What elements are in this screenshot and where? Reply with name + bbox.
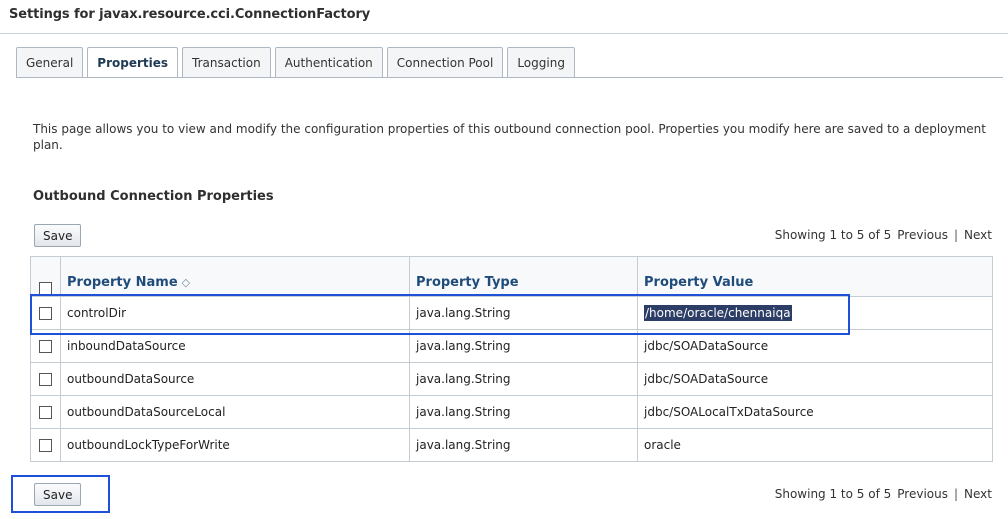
property-value-cell[interactable]: jdbc/SOALocalTxDataSource: [637, 395, 993, 429]
row-checkbox[interactable]: [39, 340, 52, 353]
property-value-cell[interactable]: oracle: [637, 428, 993, 462]
row-select-cell: [30, 395, 61, 429]
row-checkbox[interactable]: [39, 373, 52, 386]
tab-bar: General Properties Transaction Authentic…: [16, 47, 579, 78]
table-row: controlDir java.lang.String /home/oracle…: [30, 296, 993, 330]
save-button-top[interactable]: Save: [34, 224, 82, 247]
pagination-separator: |: [953, 228, 959, 242]
column-header-label: Property Name: [67, 275, 178, 290]
row-select-cell: [30, 428, 61, 462]
row-checkbox[interactable]: [39, 406, 52, 419]
property-value-cell[interactable]: /home/oracle/chennaiqa: [637, 296, 993, 330]
row-checkbox[interactable]: [39, 307, 52, 320]
save-button-bottom[interactable]: Save: [34, 483, 82, 506]
property-type-cell: java.lang.String: [409, 395, 638, 429]
property-type-cell: java.lang.String: [409, 362, 638, 396]
select-all-header: [30, 256, 61, 297]
tab-connection-pool[interactable]: Connection Pool: [386, 47, 504, 77]
properties-table: Property Name ◇ Property Type Property Va…: [30, 256, 993, 462]
row-select-cell: [30, 329, 61, 363]
pagination-bottom: Showing 1 to 5 of 5 Previous | Next: [775, 487, 992, 501]
previous-link[interactable]: Previous: [897, 487, 948, 501]
next-link[interactable]: Next: [964, 228, 992, 242]
property-type-cell: java.lang.String: [409, 296, 638, 330]
property-name-cell: outboundLockTypeForWrite: [60, 428, 410, 462]
table-header-row: Property Name ◇ Property Type Property Va…: [30, 256, 993, 297]
page-description: This page allows you to view and modify …: [33, 122, 986, 152]
property-name-cell: outboundDataSource: [60, 362, 410, 396]
showing-count: Showing 1 to 5 of 5: [774, 228, 892, 242]
row-select-cell: [30, 296, 61, 330]
selected-property-value[interactable]: /home/oracle/chennaiqa: [644, 305, 792, 321]
property-type-cell: java.lang.String: [409, 428, 638, 462]
column-header-property-value: Property Value: [637, 256, 993, 297]
tab-logging[interactable]: Logging: [507, 47, 575, 77]
tab-properties[interactable]: Properties: [87, 47, 179, 78]
pagination-top: Showing 1 to 5 of 5 Previous | Next: [775, 228, 992, 242]
table-row: inboundDataSource java.lang.String jdbc/…: [30, 329, 993, 363]
property-value-cell[interactable]: jdbc/SOADataSource: [637, 362, 993, 396]
page-header: Settings for javax.resource.cci.Connecti…: [0, 0, 1008, 34]
property-value-cell[interactable]: jdbc/SOADataSource: [637, 329, 993, 363]
previous-link[interactable]: Previous: [897, 228, 948, 242]
property-name-cell: outboundDataSourceLocal: [60, 395, 410, 429]
table-row: outboundDataSourceLocal java.lang.String…: [30, 395, 993, 429]
next-link[interactable]: Next: [964, 487, 992, 501]
section-title: Outbound Connection Properties: [33, 189, 274, 204]
column-header-property-type: Property Type: [409, 256, 638, 297]
tabs-divider: [16, 77, 1003, 78]
page-title: Settings for javax.resource.cci.Connecti…: [9, 7, 371, 22]
row-checkbox[interactable]: [39, 439, 52, 452]
tab-general[interactable]: General: [16, 47, 84, 77]
row-select-cell: [30, 362, 61, 396]
tab-transaction[interactable]: Transaction: [182, 47, 271, 77]
table-row: outboundDataSource java.lang.String jdbc…: [30, 362, 993, 396]
sort-ascending-icon[interactable]: ◇: [182, 276, 190, 289]
pagination-separator: |: [953, 487, 959, 501]
select-all-checkbox[interactable]: [39, 282, 52, 295]
column-header-property-name[interactable]: Property Name ◇: [60, 256, 410, 297]
property-type-cell: java.lang.String: [409, 329, 638, 363]
tab-authentication[interactable]: Authentication: [274, 47, 383, 77]
table-row: outboundLockTypeForWrite java.lang.Strin…: [30, 428, 993, 462]
property-name-cell: inboundDataSource: [60, 329, 410, 363]
showing-count: Showing 1 to 5 of 5: [774, 487, 892, 501]
property-name-cell: controlDir: [60, 296, 410, 330]
